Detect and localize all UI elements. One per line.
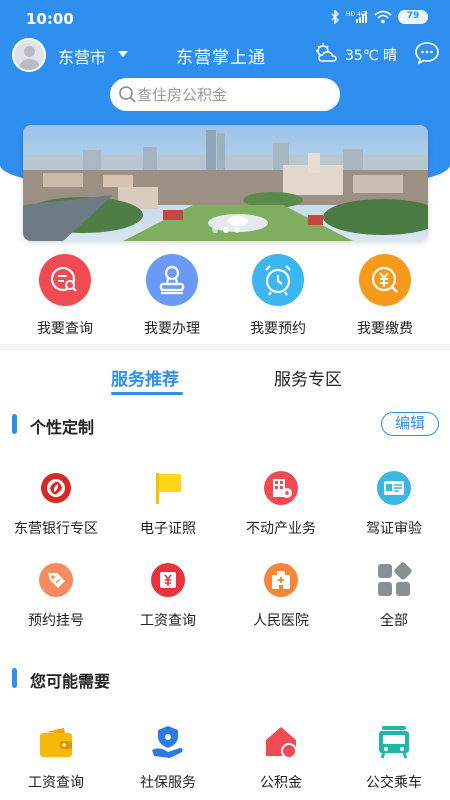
avatar-body-shape (19, 59, 40, 70)
grid-item-e-license[interactable]: 电子证照 (112, 470, 224, 538)
grid-item-label: 全部 (380, 613, 408, 629)
tab-recommended[interactable]: 服务推荐 (111, 365, 179, 390)
avatar-head-shape (24, 46, 35, 57)
signal-icon: HD 4G (346, 11, 367, 23)
flag-icon (150, 470, 186, 506)
grid-item-registration[interactable]: 预约挂号 (0, 562, 112, 630)
maybe-item-salary[interactable]: 工资查询 (0, 724, 112, 792)
banner-carousel[interactable] (23, 125, 428, 241)
social-security-icon (150, 724, 186, 760)
cloudy-sun-icon (316, 43, 337, 62)
chevron-down-icon[interactable] (118, 51, 128, 57)
battery-icon: 79 (398, 10, 428, 24)
grid-item-label: 预约挂号 (28, 613, 84, 629)
quick-action-label: 我要办理 (144, 321, 200, 337)
quick-action-label: 我要缴费 (357, 321, 413, 337)
maybe-item-bus[interactable]: 公交乘车 (338, 724, 450, 792)
carousel-dot-active (222, 227, 229, 233)
carousel-dot (233, 227, 240, 233)
wifi-icon (374, 10, 392, 24)
section-accent-bar (12, 668, 17, 688)
building-icon (263, 470, 299, 506)
app-title: 东营掌上通 (176, 48, 266, 68)
hospital-icon (263, 562, 299, 598)
maybe-item-social-security[interactable]: 社保服务 (112, 724, 224, 792)
section-divider (0, 344, 450, 350)
grid-item-bank[interactable]: 东营银行专区 (0, 470, 112, 538)
quick-action-query[interactable]: 我要查询 (20, 254, 110, 338)
quick-action-payment[interactable]: 我要缴费 (340, 254, 430, 338)
message-icon[interactable] (414, 41, 440, 65)
grid-item-label: 工资查询 (140, 613, 196, 629)
search-input[interactable] (137, 78, 332, 111)
bank-logo-icon (38, 470, 74, 506)
alarm-clock-icon (252, 254, 304, 306)
quick-action-label: 我要查询 (37, 321, 93, 337)
grid-item-license-check[interactable]: 驾证审验 (338, 470, 450, 538)
top-bar: 东营市 东营掌上通 35℃ 晴 (0, 36, 450, 74)
city-view-image (23, 125, 428, 241)
section-title: 您可能需要 (30, 672, 111, 691)
edit-button[interactable]: 编辑 (381, 412, 439, 436)
search-bar[interactable] (110, 78, 340, 111)
custom-section-header: 个性定制 编辑 (0, 412, 450, 437)
quick-action-appointment[interactable]: 我要预约 (233, 254, 323, 338)
search-doc-icon (39, 254, 91, 306)
grid-item-label: 电子证照 (140, 521, 196, 537)
quick-actions: 我要查询 我要办理 我要预约 我要缴费 (0, 254, 450, 338)
grid-item-real-estate[interactable]: 不动产业务 (225, 470, 337, 538)
section-accent-bar (12, 414, 17, 434)
salary-icon (150, 562, 186, 598)
license-card-icon (376, 470, 412, 506)
carousel-indicator (23, 227, 428, 233)
grid-item-label: 公交乘车 (366, 775, 422, 791)
section-title: 个性定制 (30, 418, 95, 437)
grid-item-all[interactable]: 全部 (338, 562, 450, 630)
grid-item-label: 不动产业务 (246, 521, 316, 537)
grid-item-label: 公积金 (260, 775, 302, 791)
status-bar: 10:00 HD 4G 79 (0, 0, 450, 36)
avatar[interactable] (12, 38, 46, 72)
yuan-icon (359, 254, 411, 306)
bluetooth-icon (331, 10, 339, 24)
service-tabs: 服务推荐 服务专区 (0, 358, 450, 398)
status-time: 10:00 (26, 10, 74, 28)
grid-item-label: 社保服务 (140, 775, 196, 791)
weather-text: 35℃ 晴 (345, 48, 397, 64)
tab-service-zone[interactable]: 服务专区 (274, 365, 342, 390)
grid-item-label: 工资查询 (28, 775, 84, 791)
grid-item-hospital[interactable]: 人民医院 (225, 562, 337, 630)
grid-item-label: 人民医院 (253, 613, 309, 629)
quick-action-label: 我要预约 (250, 321, 306, 337)
quick-action-handle[interactable]: 我要办理 (127, 254, 217, 338)
all-apps-icon (376, 562, 412, 598)
bus-icon (376, 724, 412, 760)
carousel-dot (211, 227, 218, 233)
grid-item-label: 驾证审验 (366, 521, 422, 537)
search-icon (119, 86, 136, 103)
tag-icon (38, 562, 74, 598)
city-selector[interactable]: 东营市 (58, 44, 106, 68)
wallet-icon (38, 724, 74, 760)
grid-item-label: 东营银行专区 (14, 521, 98, 537)
maybe-item-housing-fund[interactable]: 公积金 (225, 724, 337, 792)
grid-item-salary[interactable]: 工资查询 (112, 562, 224, 630)
status-icons: HD 4G 79 (330, 10, 428, 24)
stamp-icon (146, 254, 198, 306)
house-fund-icon (263, 724, 299, 760)
maybe-section-header: 您可能需要 (0, 666, 450, 691)
tab-active-indicator (111, 392, 183, 395)
